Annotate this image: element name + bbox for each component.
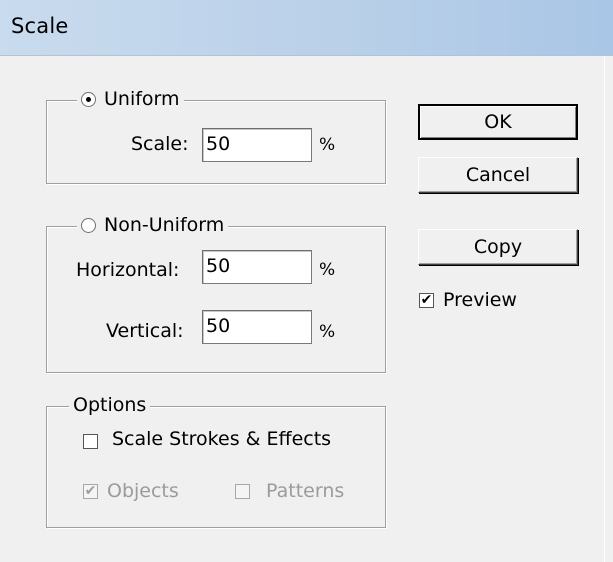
horizontal-input[interactable]: 50 — [202, 250, 312, 284]
vertical-unit: % — [319, 322, 336, 342]
uniform-radio[interactable]: Uniform — [77, 87, 184, 111]
horizontal-label: Horizontal: — [76, 259, 180, 281]
window-title: Scale — [11, 14, 69, 38]
scale-strokes-label[interactable]: Scale Strokes & Effects — [112, 427, 331, 451]
options-group: Options Scale Strokes & Effects ✔ Object… — [46, 393, 386, 528]
copy-button[interactable]: Copy — [418, 229, 578, 265]
objects-checkbox[interactable]: ✔ — [83, 484, 98, 499]
objects-label[interactable]: Objects — [107, 479, 179, 503]
uniform-radio-button[interactable] — [81, 91, 96, 107]
scale-strokes-checkbox[interactable] — [83, 434, 98, 449]
scale-unit: % — [319, 135, 336, 155]
non-uniform-radio-button[interactable] — [81, 217, 96, 233]
cancel-button-label: Cancel — [465, 164, 531, 186]
non-uniform-radio[interactable]: Non-Uniform — [77, 213, 229, 237]
ok-button-label: OK — [484, 111, 512, 133]
uniform-radio-label: Uniform — [104, 88, 180, 110]
options-title-text: Options — [73, 394, 147, 416]
title-bar[interactable]: Scale — [0, 0, 613, 56]
preview-label[interactable]: Preview — [443, 288, 517, 312]
vertical-label: Vertical: — [106, 320, 184, 342]
vertical-input[interactable]: 50 — [202, 310, 312, 344]
options-title: Options — [69, 393, 151, 417]
non-uniform-group: Non-Uniform Horizontal: 50 % Vertical: 5… — [46, 213, 386, 373]
scale-input[interactable]: 50 — [202, 128, 312, 162]
copy-button-label: Copy — [473, 236, 523, 258]
patterns-checkbox[interactable] — [235, 484, 250, 499]
non-uniform-radio-label: Non-Uniform — [104, 214, 225, 236]
preview-checkbox[interactable]: ✔ — [419, 293, 434, 308]
cancel-button[interactable]: Cancel — [418, 157, 578, 193]
ok-button[interactable]: OK — [418, 104, 578, 140]
scale-label: Scale: — [131, 133, 189, 155]
uniform-group: Uniform Scale: 50 % — [46, 87, 386, 184]
window-frame-right — [604, 56, 613, 562]
window-frame-left — [0, 56, 8, 562]
horizontal-unit: % — [319, 260, 336, 280]
patterns-label[interactable]: Patterns — [266, 479, 344, 503]
